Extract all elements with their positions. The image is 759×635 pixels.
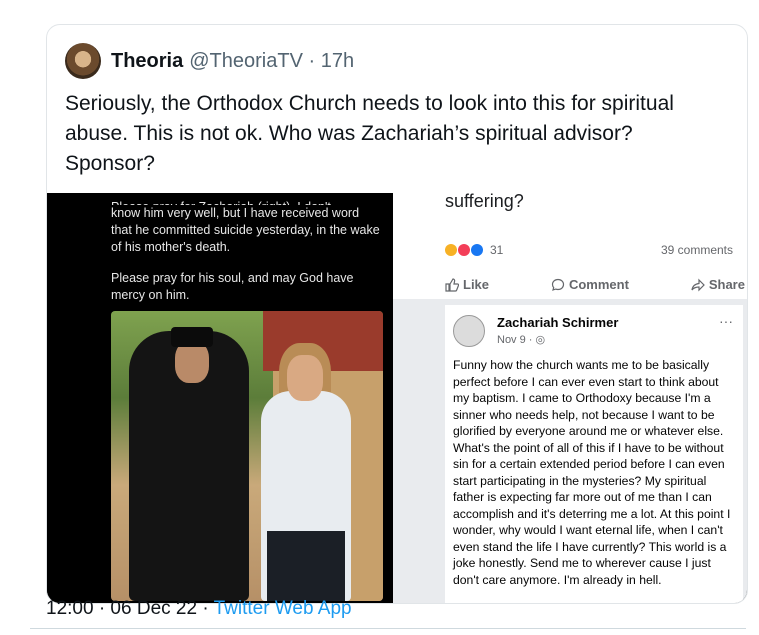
photo (111, 311, 383, 601)
priest-face (175, 341, 209, 383)
like-button[interactable]: Like (445, 277, 489, 292)
fb-post-top: suffering? 31 39 comments Like Comment S… (393, 191, 747, 299)
prayer-paragraph-2: Please pray for his soul, and may God ha… (111, 271, 354, 302)
cut-heading: suffering? (445, 191, 524, 211)
comment-count: 39 comments (660, 243, 733, 257)
post-author-avatar[interactable] (453, 315, 485, 347)
reaction-count: 31 (490, 243, 504, 257)
fb-actions: Like Comment Share (445, 277, 745, 292)
prayer-paragraph-1: know him very well, but I have received … (111, 206, 380, 254)
share-button[interactable]: Share (691, 277, 745, 292)
tweet-image[interactable]: Please pray for Zachariah (right). I don… (47, 191, 747, 603)
post-author-name[interactable]: Zachariah Schirmer (497, 315, 618, 330)
comment-icon (551, 278, 565, 291)
thumbs-up-icon (445, 277, 459, 292)
tweet-text: Seriously, the Orthodox Church needs to … (65, 92, 674, 175)
author-name[interactable]: Theoria (111, 50, 183, 73)
author-avatar[interactable] (65, 43, 101, 79)
screenshot-left: Please pray for Zachariah (right). I don… (47, 193, 393, 603)
timestamp[interactable]: 12:00 · 06 Dec 22 · (46, 598, 214, 619)
comment-button[interactable]: Comment (551, 277, 629, 292)
young-man-face (287, 355, 323, 401)
fb-post: Zachariah Schirmer Nov 9 · ◎ ··· Funny h… (445, 305, 743, 603)
share-icon (691, 278, 705, 291)
more-options-icon[interactable]: ··· (719, 313, 733, 329)
haha-icon (445, 244, 457, 256)
young-man-pants (267, 531, 345, 601)
post-text: Funny how the church wants me to be basi… (453, 358, 731, 587)
reactions: 31 (445, 243, 503, 257)
screenshot-right: suffering? 31 39 comments Like Comment S… (393, 191, 747, 603)
post-date[interactable]: Nov 9 · ◎ (497, 333, 545, 346)
source-link[interactable]: Twitter Web App (214, 598, 352, 619)
divider (30, 628, 746, 629)
tweet-footer: 12:00 · 06 Dec 22 · Twitter Web App (46, 598, 352, 620)
heart-icon (458, 244, 470, 256)
priest-hat (171, 327, 213, 347)
like-reaction-icon (471, 244, 483, 256)
prayer-text: Please pray for Zachariah (right). I don… (111, 199, 381, 318)
tweet-header: Theoria @TheoriaTV · 17h (65, 43, 354, 79)
tweet-card[interactable]: Theoria @TheoriaTV · 17h Seriously, the … (46, 24, 748, 604)
author-handle-time[interactable]: @TheoriaTV · 17h (189, 50, 354, 73)
